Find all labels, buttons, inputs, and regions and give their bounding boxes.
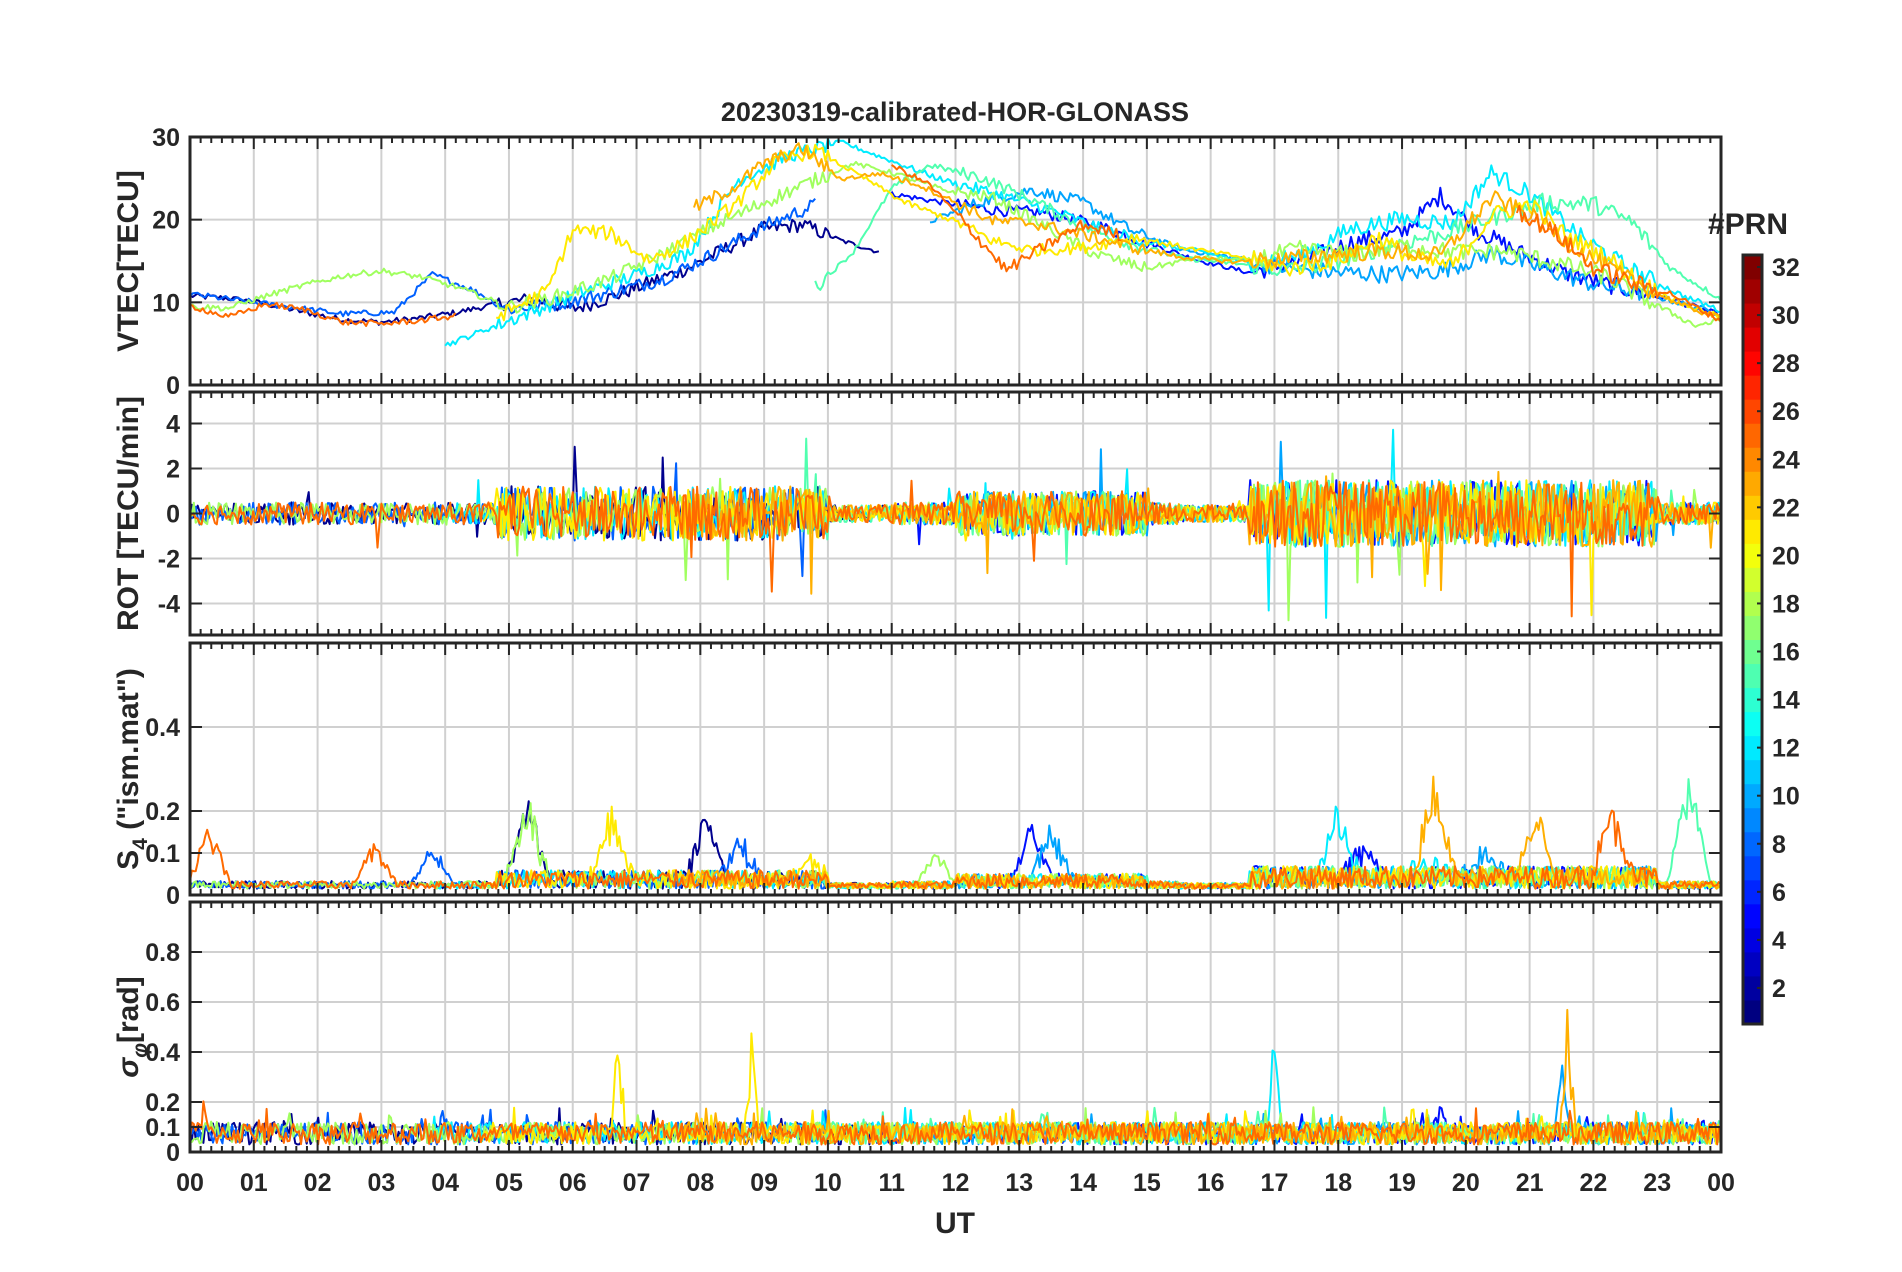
colorbar-tick-label: 16 bbox=[1772, 639, 1800, 667]
x-tick-label: 10 bbox=[814, 1169, 842, 1197]
colorbar-segment bbox=[1743, 807, 1762, 833]
x-tick-label: 01 bbox=[240, 1169, 268, 1197]
x-tick-label: 16 bbox=[1197, 1169, 1225, 1197]
colorbar-tick-label: 8 bbox=[1772, 831, 1786, 859]
colorbar-tick-label: 4 bbox=[1772, 927, 1786, 955]
colorbar-tick-label: 6 bbox=[1772, 879, 1786, 907]
panel-s4-ylabel-rest: ("ism.mat") bbox=[112, 668, 145, 838]
panel-rot-ytick-label: -2 bbox=[158, 546, 180, 574]
panel-rot-ytick-label: 4 bbox=[166, 411, 180, 439]
panel-rot-ylabel: ROT [TECU/min] bbox=[112, 396, 145, 631]
panel-rot-ytick-label: -4 bbox=[158, 591, 180, 619]
colorbar-segment bbox=[1743, 759, 1762, 785]
colorbar-tick-label: 10 bbox=[1772, 783, 1800, 811]
panel-vtec-ytick-label: 30 bbox=[152, 124, 180, 152]
colorbar-tick-label: 12 bbox=[1772, 735, 1800, 763]
panels-layer: 0102030VTEC[TECU]-4-2024ROT [TECU/min]00… bbox=[112, 124, 1735, 1197]
colorbar-tick-label: 32 bbox=[1772, 254, 1800, 282]
panel-s4-ytick-label: 0.2 bbox=[145, 798, 180, 826]
colorbar-segment bbox=[1743, 663, 1762, 689]
panel-s4-ytick-label: 0.4 bbox=[145, 714, 180, 742]
x-tick-label: 08 bbox=[686, 1169, 714, 1197]
colorbar-tick-label: 22 bbox=[1772, 494, 1800, 522]
colorbar-tick-label: 20 bbox=[1772, 542, 1800, 570]
colorbar-segment bbox=[1743, 903, 1762, 929]
x-tick-label: 00 bbox=[176, 1169, 204, 1197]
colorbar-segment bbox=[1743, 375, 1762, 400]
colorbar-label: #PRN bbox=[1708, 208, 1788, 241]
panel-vtec: 0 10 20 30VTEC[TECU] bbox=[112, 124, 1723, 400]
x-tick-label: 23 bbox=[1643, 1169, 1671, 1197]
colorbar-segment bbox=[1743, 279, 1762, 304]
panel-sigma: 00.10.20.40.60.8σφ[rad] bbox=[112, 900, 1723, 1167]
panel-vtec-ytick-label: 10 bbox=[152, 289, 180, 317]
panel-sigma-ylabel-main: σ bbox=[112, 1057, 145, 1078]
x-tick-label: 07 bbox=[623, 1169, 651, 1197]
panel-sigma-ytick-label: 0.2 bbox=[145, 1089, 180, 1117]
colorbar-segment bbox=[1743, 999, 1762, 1025]
colorbar-segment bbox=[1743, 519, 1762, 544]
panel-sigma-ylabel-sub: φ bbox=[129, 1043, 152, 1058]
colorbar-segment bbox=[1743, 951, 1762, 977]
panel-rot: -4 -2 0 2 4 ROT [TECU/min] bbox=[112, 390, 1723, 637]
colorbar-tick-label: 14 bbox=[1772, 687, 1800, 715]
x-tick-label: 05 bbox=[495, 1169, 523, 1197]
colorbar-segment bbox=[1743, 855, 1762, 881]
x-tick-label: 12 bbox=[942, 1169, 970, 1197]
panel-sigma-ylabel-rest: [rad] bbox=[112, 976, 145, 1043]
panel-vtec-ylabel: VTEC[TECU] bbox=[112, 170, 145, 352]
colorbar-segment bbox=[1743, 567, 1762, 592]
x-tick-label: 00 bbox=[1707, 1169, 1735, 1197]
x-tick-label: 11 bbox=[878, 1169, 905, 1197]
colorbar-tick-label: 2 bbox=[1772, 975, 1786, 1003]
colorbar-tick-label: 30 bbox=[1772, 302, 1800, 330]
colorbar-tick-label: 18 bbox=[1772, 590, 1800, 618]
x-tick-label: 02 bbox=[304, 1169, 332, 1197]
panel-sigma-ytick-label: 0 bbox=[166, 1139, 180, 1167]
colorbar-tick-label: 26 bbox=[1772, 398, 1800, 426]
panel-rot-ytick-label: 0 bbox=[166, 501, 180, 529]
x-axis-label: UT bbox=[935, 1207, 975, 1240]
colorbar-segment bbox=[1743, 711, 1762, 737]
panel-rot-ytick-label: 2 bbox=[166, 456, 180, 484]
panel-sigma-ytick-label: 0.8 bbox=[145, 939, 180, 967]
panel-sigma-ytick-label: 0.1 bbox=[145, 1114, 180, 1142]
x-tick-label: 13 bbox=[1005, 1169, 1033, 1197]
x-tick-label: 09 bbox=[750, 1169, 778, 1197]
x-tick-label: 15 bbox=[1133, 1169, 1161, 1197]
panel-s4-ytick-label: 0 bbox=[166, 882, 180, 910]
x-tick-label: 19 bbox=[1388, 1169, 1416, 1197]
colorbar-segment bbox=[1743, 327, 1762, 352]
panel-vtec-ytick-label: 20 bbox=[152, 207, 180, 235]
x-tick-label: 22 bbox=[1580, 1169, 1608, 1197]
colorbar-segment bbox=[1743, 615, 1762, 640]
x-tick-label: 20 bbox=[1452, 1169, 1480, 1197]
panel-s4-ylabel-sub: 4 bbox=[129, 838, 152, 850]
panel-s4: 00.10.20.4S4 ("ism.mat") bbox=[112, 641, 1723, 910]
chart-title: 20230319-calibrated-HOR-GLONASS bbox=[721, 97, 1189, 127]
x-tick-label: 14 bbox=[1069, 1169, 1097, 1197]
x-tick-label: 18 bbox=[1324, 1169, 1352, 1197]
x-tick-label: 21 bbox=[1516, 1169, 1544, 1197]
figure: 20230319-calibrated-HOR-GLONASS 0102030V… bbox=[0, 0, 1902, 1272]
x-tick-label: 04 bbox=[431, 1169, 459, 1197]
panel-sigma-ytick-label: 0.6 bbox=[145, 989, 180, 1017]
panel-vtec-ytick-label: 0 bbox=[166, 372, 180, 400]
colorbar-segment bbox=[1743, 471, 1762, 496]
panel-s4-ylabel-main: S bbox=[112, 850, 145, 870]
colorbar-tick-label: 28 bbox=[1772, 350, 1800, 378]
colorbar-segment bbox=[1743, 423, 1762, 448]
x-tick-label: 17 bbox=[1261, 1169, 1289, 1197]
x-tick-label: 06 bbox=[559, 1169, 587, 1197]
x-tick-label: 03 bbox=[367, 1169, 395, 1197]
colorbar-tick-label: 24 bbox=[1772, 446, 1800, 474]
